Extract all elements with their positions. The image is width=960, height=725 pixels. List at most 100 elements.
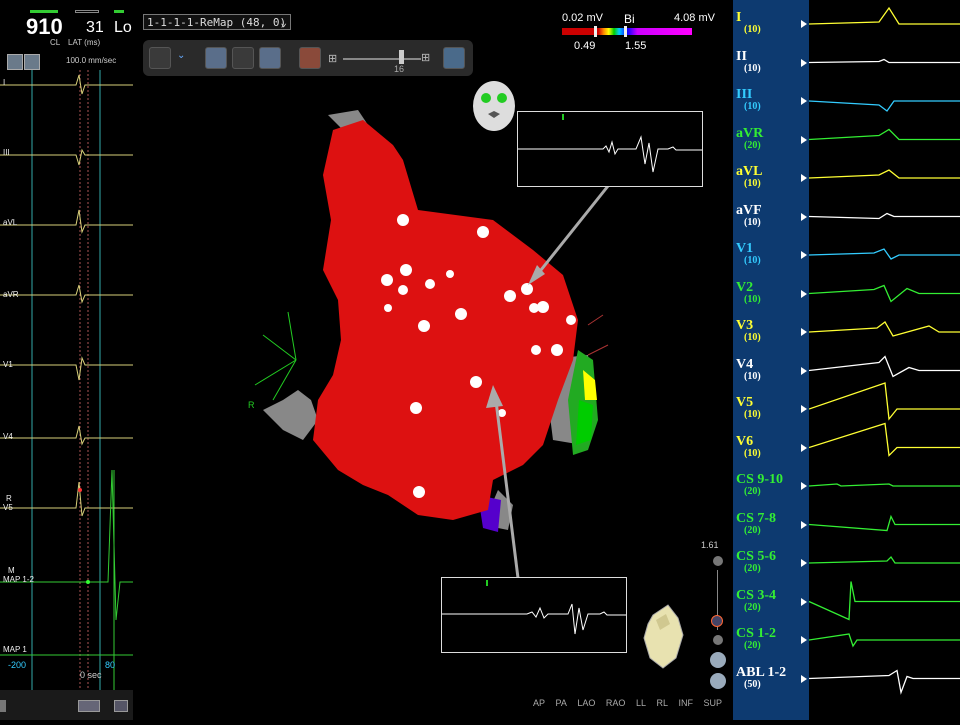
lead-labels: I (10) II (10) III (10) aVR (20) aVL (10) aVF (10) V… [733, 0, 809, 720]
left-trace-label: MAP 1-2 [3, 575, 34, 584]
signal-waveform-bottom [442, 580, 626, 635]
ecg-trace [808, 581, 960, 621]
lead-gain: (10) [744, 409, 761, 420]
view-lao-button[interactable]: LAO [577, 698, 595, 708]
lat-indicator-bar [75, 10, 99, 13]
ecg-trace [808, 128, 960, 141]
time-axis-left: -200 [8, 660, 27, 670]
left-trace-label: I [3, 78, 6, 87]
lead-marker-icon[interactable] [801, 482, 807, 490]
lead-name: aVL [736, 164, 763, 179]
lead-marker-icon[interactable] [801, 20, 807, 28]
lead-marker-icon[interactable] [801, 212, 807, 221]
lead-marker-icon[interactable] [801, 597, 807, 606]
lead-marker-icon[interactable] [801, 289, 807, 298]
scroll-right-button[interactable] [114, 700, 128, 712]
cycle-length-value: 910 [26, 14, 63, 39]
left-trace-label: aVR [3, 290, 19, 299]
lead-gain: (10) [744, 447, 761, 459]
view-ap-button[interactable]: AP [533, 698, 545, 708]
lead-label: III (10) [736, 87, 761, 112]
zoom-thumb[interactable] [711, 615, 723, 627]
lead-marker-icon[interactable] [801, 58, 807, 67]
left-trace-label: V1 [3, 360, 13, 369]
lead-marker-icon[interactable] [801, 328, 807, 336]
lead-label: V3 (10) [736, 318, 761, 343]
lat-label: LAT (ms) [68, 38, 101, 47]
left-trace-label: MAP 1 [3, 645, 27, 654]
ecg-trace [808, 669, 960, 695]
lead-gain: (10) [744, 178, 761, 189]
view-inf-button[interactable]: INF [679, 698, 694, 708]
view-ll-button[interactable]: LL [636, 698, 646, 708]
cl-indicator-bar [30, 10, 58, 13]
view-rl-button[interactable]: RL [656, 698, 668, 708]
lead-marker-icon[interactable] [801, 674, 807, 683]
lead-name: V1 [736, 241, 754, 256]
scroll-left-button[interactable] [0, 700, 6, 712]
lead-name: aVF [736, 202, 762, 218]
tool-pan-icon[interactable] [24, 54, 40, 70]
lead-gain: (20) [744, 139, 761, 151]
chevron-down-icon[interactable] [710, 652, 726, 668]
lead-label: ABL 1-2 (50) [736, 665, 786, 690]
lead-marker-icon[interactable] [801, 366, 807, 375]
lead-name: CS 3-4 [736, 587, 777, 603]
lead-label: II (10) [736, 49, 761, 74]
lead-marker-icon[interactable] [801, 97, 807, 105]
lead-label: aVL (10) [736, 164, 762, 189]
lead-gain: (10) [744, 255, 761, 266]
ecg-trace [808, 248, 960, 260]
lead-marker-icon[interactable] [801, 405, 807, 413]
lead-gain: (20) [744, 640, 761, 651]
lead-name: V3 [736, 318, 754, 333]
zoom-in-icon[interactable] [713, 556, 723, 566]
lead-name: CS 5-6 [736, 549, 777, 564]
lead-marker-icon[interactable] [801, 520, 807, 529]
zoom-control: 1.61 [701, 540, 729, 690]
lead-label: CS 7-8 (20) [736, 511, 776, 536]
reset-view-icon[interactable] [710, 673, 726, 689]
lead-marker-icon[interactable] [801, 559, 807, 567]
lead-label: CS 1-2 (20) [736, 626, 776, 651]
tool-zoom-icon[interactable] [7, 54, 23, 70]
lead-name: I [736, 10, 742, 25]
heart-orientation-icon[interactable] [638, 600, 688, 672]
lead-marker-icon[interactable] [801, 443, 807, 452]
view-sup-button[interactable]: SUP [704, 698, 723, 708]
lead-marker-icon[interactable] [801, 174, 807, 182]
lead-marker-icon[interactable] [801, 251, 807, 259]
ecg-trace [808, 555, 960, 564]
ecg-trace [808, 633, 960, 648]
view-rao-button[interactable]: RAO [606, 698, 626, 708]
lead-name: III [736, 87, 753, 102]
left-trace-label: aVL [3, 218, 18, 227]
ecg-traces-svg [808, 6, 960, 695]
ecg-trace [808, 100, 960, 112]
map-3d-view[interactable]: 1-1-1-1-ReMap (48, 0) ⌄ ⌄ ⊞ 16 ⊞ 0.02 mV … [133, 0, 733, 720]
scroll-thumb[interactable] [78, 700, 100, 712]
lead-name: V4 [736, 356, 754, 372]
ecg-trace [808, 321, 960, 337]
lead-label: I (10) [736, 10, 761, 35]
lead-label: CS 9-10 (20) [736, 472, 783, 497]
lead-name: V2 [736, 279, 754, 295]
lead-marker-icon[interactable] [801, 135, 807, 144]
lead-marker-icon[interactable] [801, 636, 807, 644]
lead-label: V6 (10) [736, 434, 761, 459]
signal-callout-top[interactable] [517, 111, 703, 187]
lead-gain: (10) [744, 293, 761, 305]
marker-r-label: R [6, 494, 12, 503]
lead-label: aVR (20) [736, 126, 763, 151]
lead-gain: (10) [744, 216, 761, 228]
lead-label: aVF (10) [736, 203, 762, 228]
ecg-trace [808, 422, 960, 457]
ecg-trace [808, 514, 960, 532]
ecg-trace [808, 284, 960, 303]
lat-value: 31 [86, 19, 104, 36]
zoom-out-icon[interactable] [713, 635, 723, 645]
ecg-panel: I (10) II (10) III (10) aVR (20) aVL (10) aVF (10) V… [733, 0, 960, 720]
lead-gain: (50) [744, 678, 761, 690]
signal-callout-bottom[interactable] [441, 577, 627, 653]
view-pa-button[interactable]: PA [556, 698, 567, 708]
